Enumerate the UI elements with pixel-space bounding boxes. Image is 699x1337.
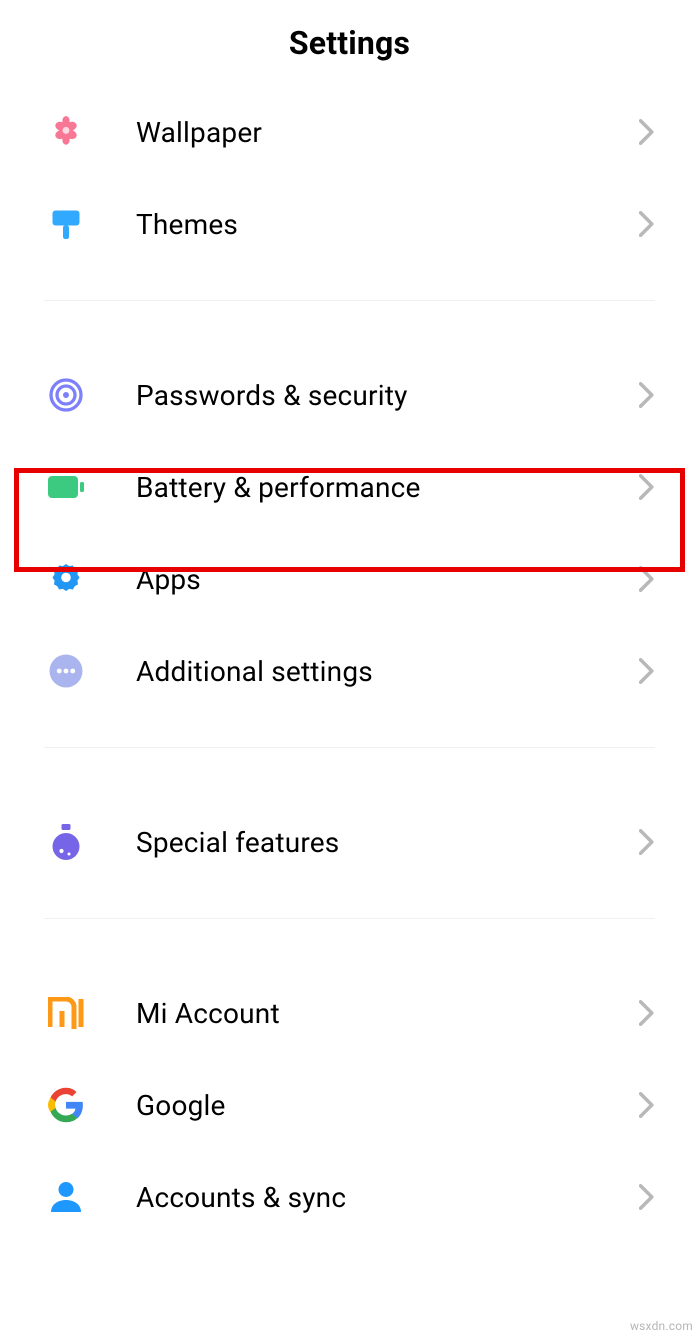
mi-logo-icon — [44, 991, 88, 1035]
flask-icon — [44, 820, 88, 864]
settings-group-accounts: Mi Account Google — [0, 967, 699, 1243]
row-battery-performance-label: Battery & performance — [136, 471, 639, 504]
group-divider — [44, 300, 655, 301]
row-wallpaper[interactable]: Wallpaper — [0, 86, 699, 178]
settings-group-special: Special features — [0, 796, 699, 888]
chevron-right-icon — [639, 1092, 655, 1118]
chevron-right-icon — [639, 658, 655, 684]
chevron-right-icon — [639, 119, 655, 145]
row-wallpaper-label: Wallpaper — [136, 116, 639, 149]
chevron-right-icon — [639, 1000, 655, 1026]
row-mi-account-label: Mi Account — [136, 997, 639, 1030]
row-apps[interactable]: Apps — [0, 533, 699, 625]
fingerprint-icon — [44, 373, 88, 417]
row-passwords-security-label: Passwords & security — [136, 379, 639, 412]
person-icon — [44, 1175, 88, 1219]
ellipsis-circle-icon — [44, 649, 88, 693]
paint-brush-icon — [44, 202, 88, 246]
row-special-features[interactable]: Special features — [0, 796, 699, 888]
settings-group-personalization: Wallpaper Themes — [0, 86, 699, 270]
watermark-text: wsxdn.com — [630, 1319, 693, 1333]
row-additional-settings-label: Additional settings — [136, 655, 639, 688]
row-themes[interactable]: Themes — [0, 178, 699, 270]
chevron-right-icon — [639, 829, 655, 855]
row-themes-label: Themes — [136, 208, 639, 241]
settings-group-system: Passwords & security Battery & performan… — [0, 349, 699, 717]
row-google-label: Google — [136, 1089, 639, 1122]
row-accounts-sync[interactable]: Accounts & sync — [0, 1151, 699, 1243]
group-divider — [44, 747, 655, 748]
row-google[interactable]: Google — [0, 1059, 699, 1151]
chevron-right-icon — [639, 211, 655, 237]
row-apps-label: Apps — [136, 563, 639, 596]
battery-icon — [44, 465, 88, 509]
group-divider — [44, 918, 655, 919]
row-battery-performance[interactable]: Battery & performance — [0, 441, 699, 533]
chevron-right-icon — [639, 566, 655, 592]
chevron-right-icon — [639, 474, 655, 500]
row-accounts-sync-label: Accounts & sync — [136, 1181, 639, 1214]
row-mi-account[interactable]: Mi Account — [0, 967, 699, 1059]
gear-icon — [44, 557, 88, 601]
row-passwords-security[interactable]: Passwords & security — [0, 349, 699, 441]
row-additional-settings[interactable]: Additional settings — [0, 625, 699, 717]
google-logo-icon — [44, 1083, 88, 1127]
chevron-right-icon — [639, 382, 655, 408]
chevron-right-icon — [639, 1184, 655, 1210]
row-special-features-label: Special features — [136, 826, 639, 859]
page-title: Settings — [0, 24, 699, 62]
flower-icon — [44, 110, 88, 154]
